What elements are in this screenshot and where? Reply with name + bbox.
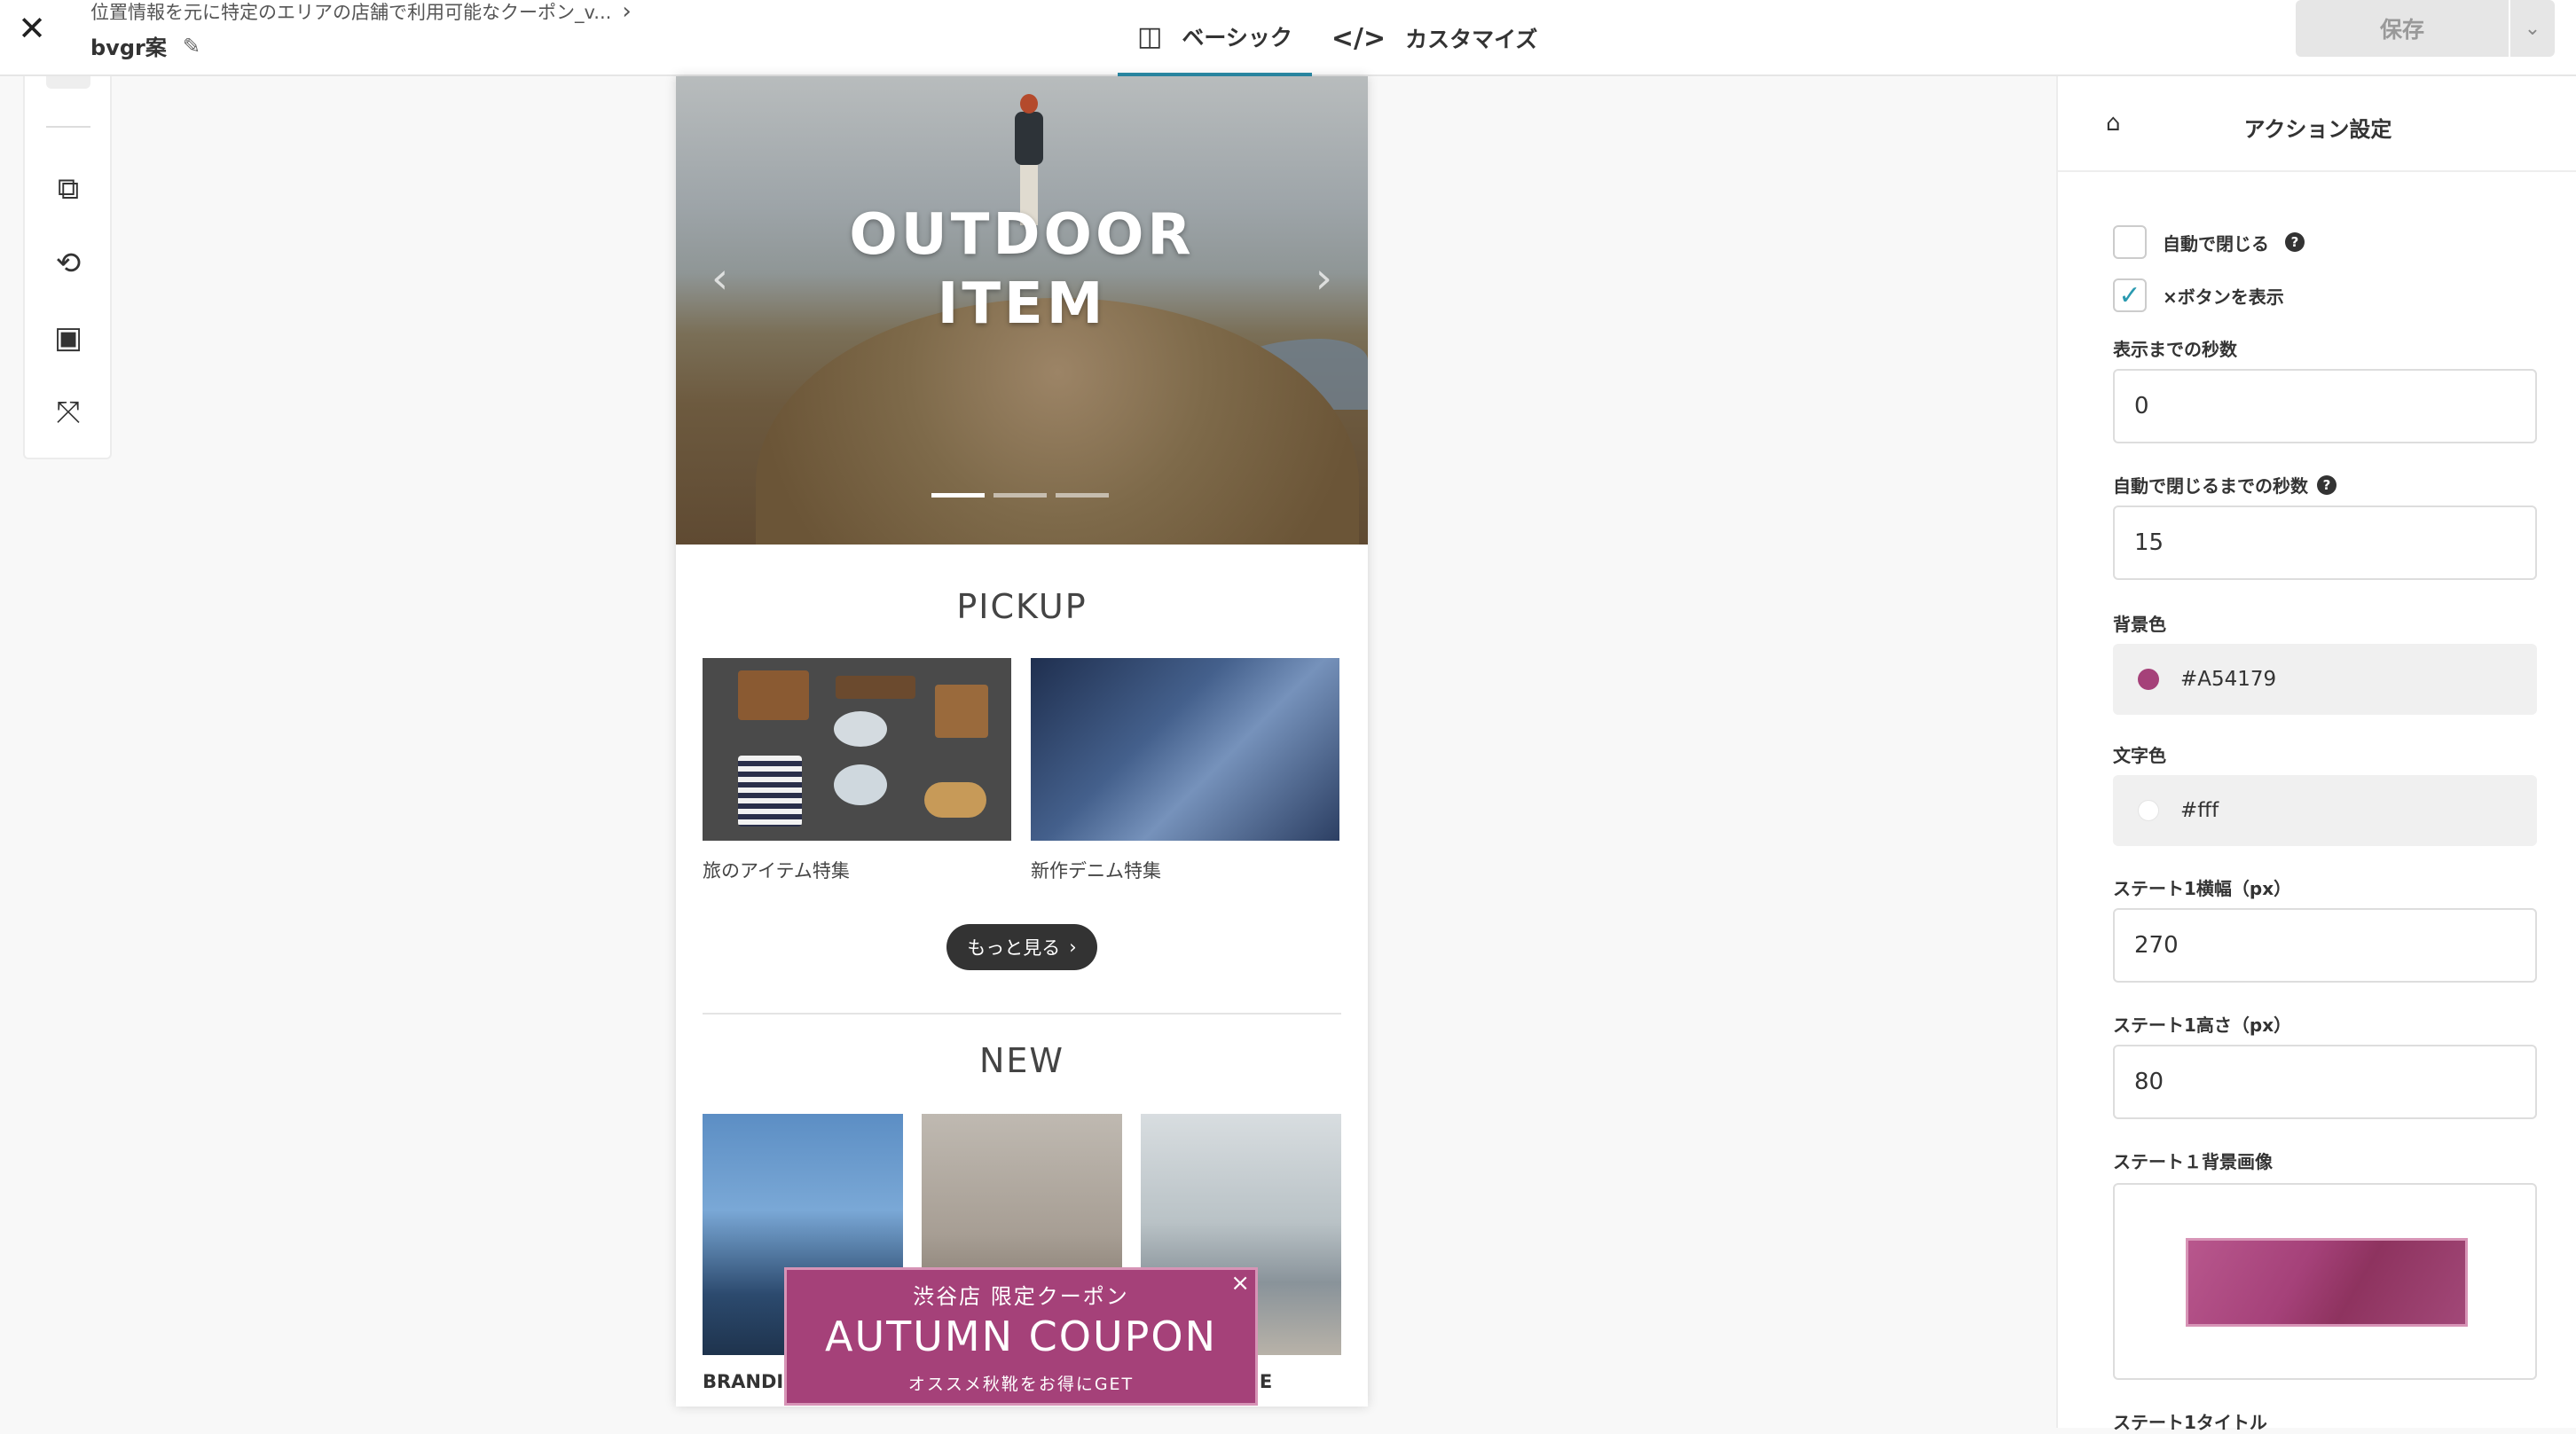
pickup-image-travel[interactable]: [703, 658, 1011, 841]
tool-panel: ⧉ ⟲ ▣ ⤧: [23, 76, 112, 459]
state1-title-label: ステート1タイトル: [2113, 1412, 2267, 1433]
show-close-label: ×ボタンを表示: [2163, 286, 2284, 308]
state1-bg-image-picker[interactable]: [2113, 1183, 2537, 1380]
bg-image-thumbnail: [2186, 1238, 2468, 1327]
coupon-popup[interactable]: × 渋谷店 限定クーポン AUTUMN COUPON オススメ秋靴をお得にGET: [784, 1267, 1258, 1406]
text-color-value: #fff: [2180, 799, 2219, 822]
panel-header: ⌂ アクション設定: [2058, 76, 2576, 172]
more-button-label: もっと見る: [967, 937, 1061, 959]
tool-panel-stub: [46, 76, 90, 89]
carousel-indicator[interactable]: [1056, 493, 1109, 498]
hero-carousel[interactable]: OUTDOOR ITEM ‹ ›: [676, 76, 1368, 545]
tool-divider: [46, 126, 90, 128]
coupon-subtitle: 渋谷店 限定クーポン: [913, 1284, 1129, 1309]
pickup-caption[interactable]: 新作デニム特集: [1031, 857, 1161, 883]
auto-close-delay-input[interactable]: 15: [2113, 505, 2537, 580]
new-item-caption[interactable]: BRANDI: [703, 1371, 783, 1392]
chevron-right-icon: ›: [622, 0, 632, 25]
help-icon[interactable]: ?: [2285, 232, 2305, 252]
color-swatch: [2138, 669, 2159, 690]
state1-width-input[interactable]: 270: [2113, 908, 2537, 983]
close-icon[interactable]: ✕: [12, 5, 51, 51]
save-button[interactable]: 保存: [2296, 0, 2509, 57]
carousel-indicator[interactable]: [993, 493, 1047, 498]
document-title-text: bvgr案: [90, 35, 167, 60]
new-title: NEW: [978, 1041, 1064, 1080]
tab-basic-label: ベーシック: [1182, 25, 1292, 51]
breadcrumb-text[interactable]: 位置情報を元に特定のエリアの店舗で利用可能なクーポン_v...: [90, 0, 611, 25]
section-divider: [703, 1013, 1341, 1015]
hero-title: OUTDOOR ITEM: [676, 200, 1368, 339]
panel-title: アクション設定: [2243, 117, 2392, 142]
auto-close-checkbox[interactable]: [2113, 225, 2147, 259]
code-icon: </>: [1331, 22, 1386, 54]
page-preview: OUTDOOR ITEM ‹ › PICKUP 旅のアイテム特集 新作デニム特集…: [676, 76, 1368, 1407]
color-swatch: [2138, 800, 2159, 821]
layout-icon: ◫: [1137, 20, 1163, 52]
help-icon[interactable]: ?: [2317, 474, 2336, 495]
bg-color-value: #A54179: [2180, 668, 2277, 691]
auto-close-delay-label-text: 自動で閉じるまでの秒数: [2113, 475, 2308, 497]
bg-color-label: 背景色: [2113, 614, 2166, 635]
display-delay-label: 表示までの秒数: [2113, 339, 2237, 360]
carousel-indicators: [931, 493, 1109, 498]
display-delay-input[interactable]: 0: [2113, 369, 2537, 443]
rotate-icon[interactable]: ⟲: [46, 241, 90, 286]
coupon-description: オススメ秋靴をお得にGET: [907, 1375, 1135, 1394]
auto-close-row: 自動で閉じる ?: [2113, 225, 2305, 259]
bg-color-picker[interactable]: #A54179: [2113, 644, 2537, 715]
tab-customize[interactable]: </> カスタマイズ: [1312, 0, 1558, 76]
auto-close-delay-label: 自動で閉じるまでの秒数 ?: [2113, 472, 2336, 498]
hero-title-line1: OUTDOOR: [849, 202, 1195, 268]
breadcrumb[interactable]: 位置情報を元に特定のエリアの店舗で利用可能なクーポン_v... ›: [90, 0, 632, 25]
chevron-down-icon[interactable]: ⌄: [2510, 0, 2555, 57]
state1-width-label: ステート1横幅（px）: [2113, 878, 2292, 899]
state1-height-label: ステート1高さ（px）: [2113, 1015, 2292, 1036]
top-bar: ✕ 位置情報を元に特定のエリアの店舗で利用可能なクーポン_v... › bvgr…: [0, 0, 2576, 76]
mode-tabs: ◫ ベーシック </> カスタマイズ: [1118, 0, 1557, 76]
pickup-title: PICKUP: [956, 587, 1088, 626]
pickup-image-denim[interactable]: [1031, 658, 1339, 841]
coupon-title: AUTUMN COUPON: [825, 1313, 1217, 1360]
play-icon[interactable]: ▣: [46, 316, 90, 360]
pickup-caption[interactable]: 旅のアイテム特集: [703, 857, 850, 883]
chevron-right-icon: ›: [1069, 936, 1077, 958]
hero-title-line2: ITEM: [937, 271, 1107, 337]
more-button[interactable]: もっと見る ›: [946, 924, 1097, 970]
carousel-prev-icon[interactable]: ‹: [711, 254, 728, 303]
auto-close-label: 自動で閉じる: [2163, 232, 2269, 255]
tab-basic[interactable]: ◫ ベーシック: [1118, 0, 1312, 76]
carousel-indicator[interactable]: [931, 493, 985, 498]
text-color-label: 文字色: [2113, 745, 2166, 766]
text-color-picker[interactable]: #fff: [2113, 775, 2537, 846]
fullscreen-icon[interactable]: ⤧: [46, 390, 90, 435]
show-close-row: ✓ ×ボタンを表示: [2113, 278, 2284, 312]
device-icon[interactable]: ⧉: [46, 167, 90, 211]
document-title: bvgr案 ✎: [90, 30, 200, 61]
state1-bg-image-label: ステート１背景画像: [2113, 1151, 2273, 1172]
state1-height-input[interactable]: 80: [2113, 1045, 2537, 1119]
action-settings-panel: ⌂ アクション設定 自動で閉じる ? ✓ ×ボタンを表示 表示までの秒数 0 自…: [2056, 76, 2576, 1433]
pencil-icon[interactable]: ✎: [183, 34, 200, 59]
show-close-checkbox[interactable]: ✓: [2113, 278, 2147, 312]
carousel-next-icon[interactable]: ›: [1315, 254, 1332, 303]
tab-customize-label: カスタマイズ: [1405, 27, 1538, 52]
